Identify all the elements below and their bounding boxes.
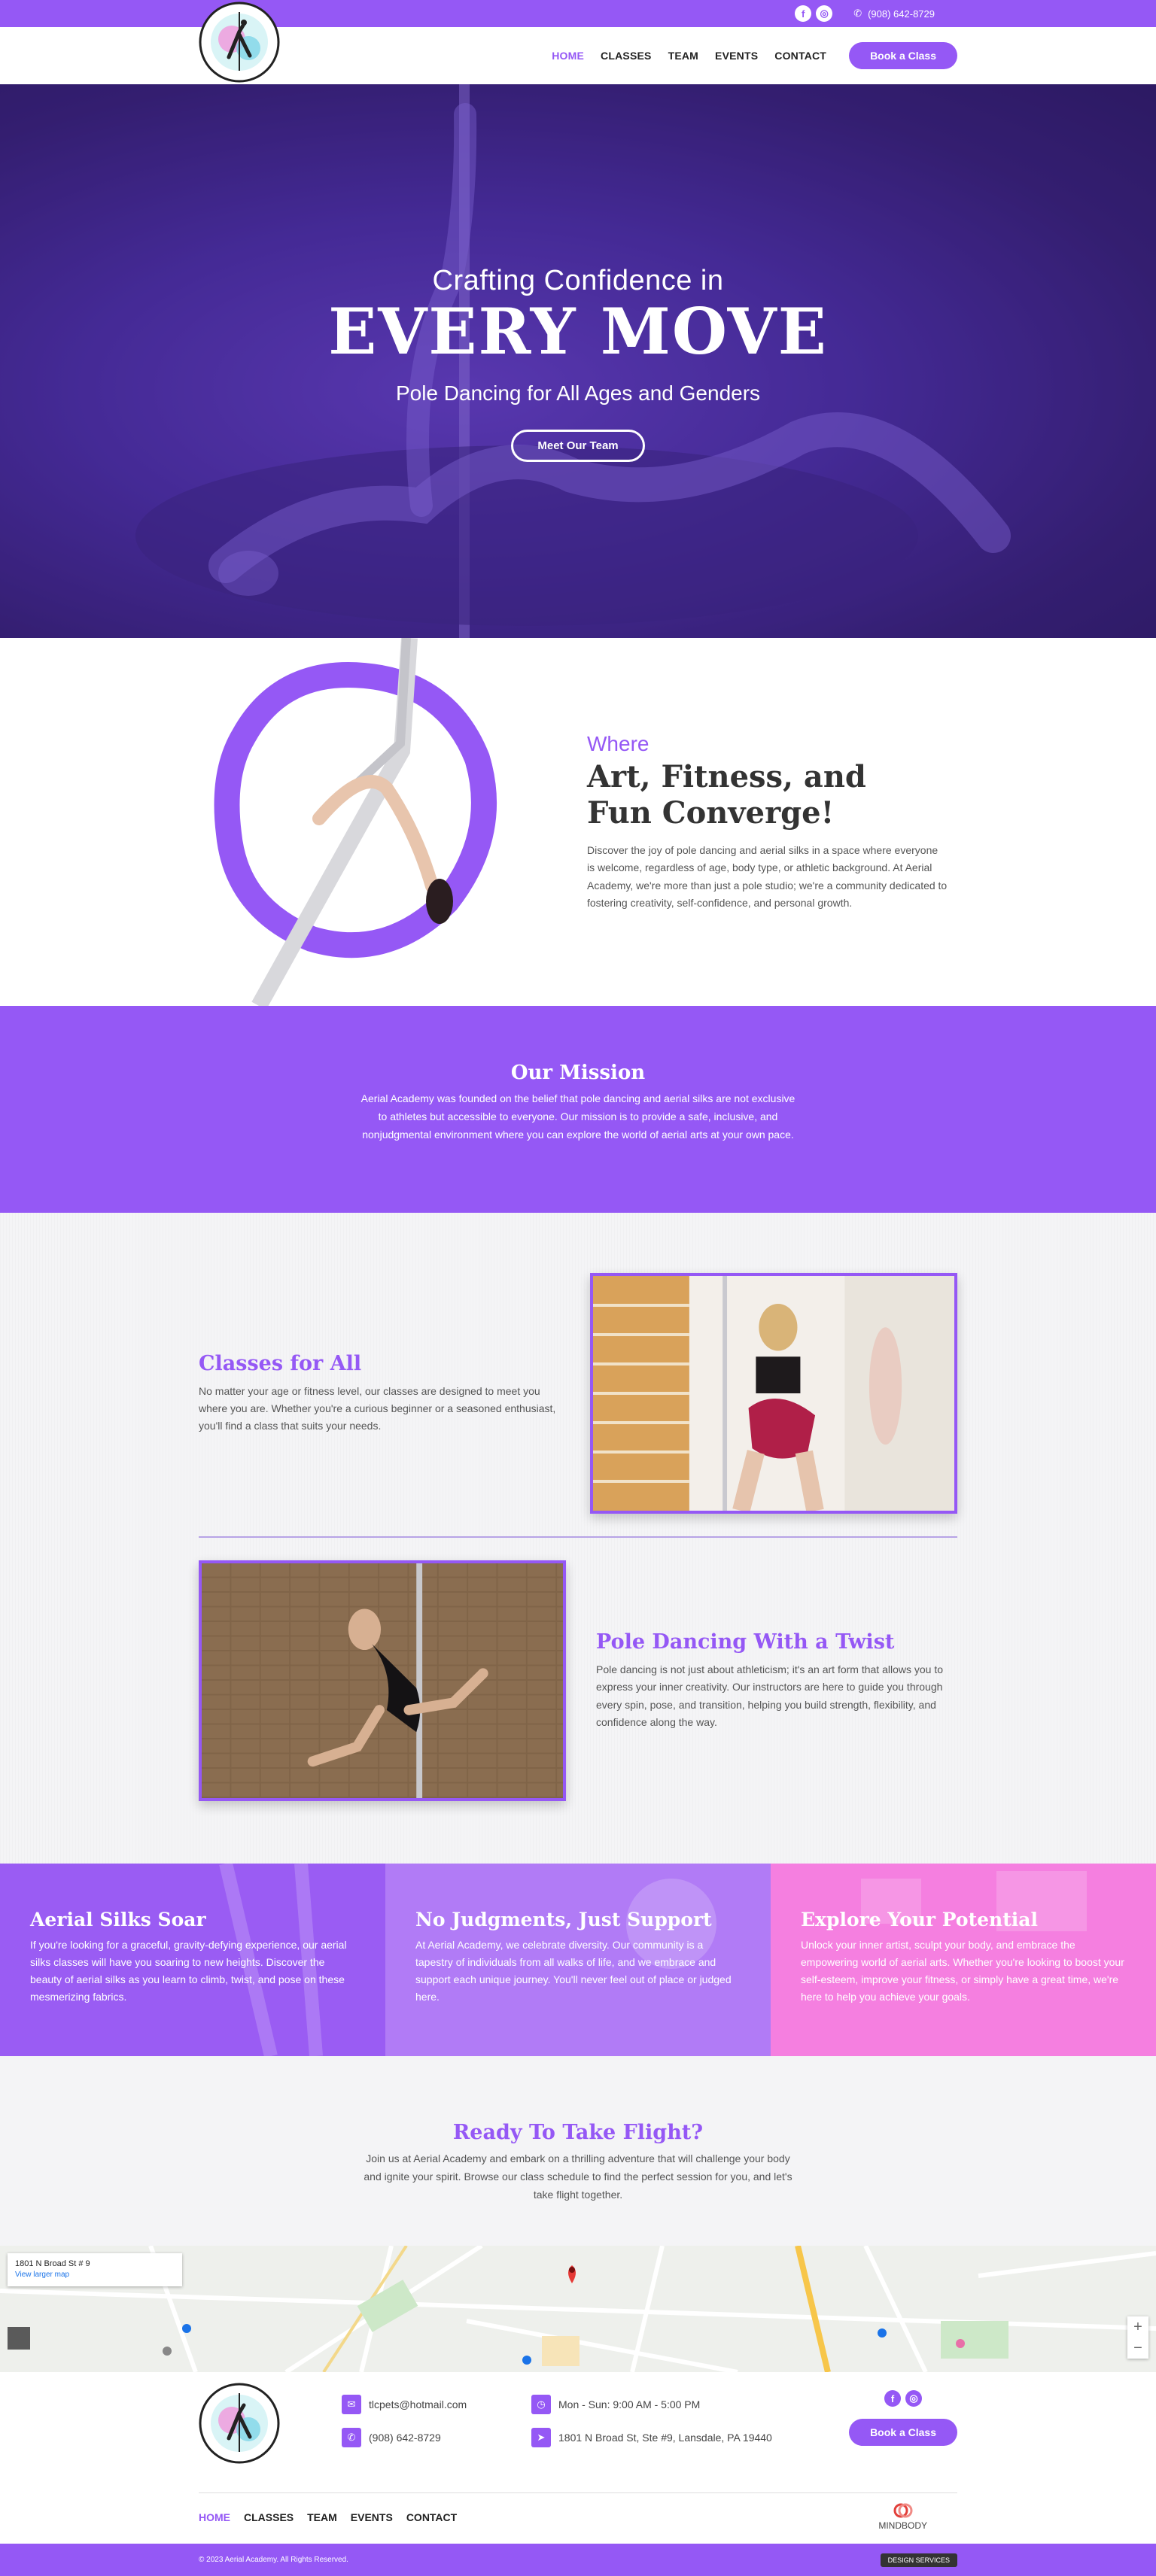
nav-team[interactable]: TEAM — [668, 50, 698, 62]
feature-row: Pole Dancing With a Twist Pole dancing i… — [199, 1560, 957, 1801]
top-bar: f ◎ ✆ (908) 642-8729 — [0, 0, 1156, 27]
footer-nav-contact[interactable]: CONTACT — [406, 2511, 457, 2523]
classes-photo — [590, 1273, 957, 1514]
hero-subtitle: Pole Dancing for All Ages and Genders — [395, 381, 761, 406]
envelope-icon: ✉ — [342, 2395, 361, 2414]
nav-classes[interactable]: CLASSES — [601, 50, 652, 62]
map-zoom-controls: + − — [1127, 2316, 1148, 2359]
footer-divider — [199, 2492, 957, 2493]
nav-events[interactable]: EVENTS — [715, 50, 758, 62]
cta-title: Ready To Take Flight? — [452, 2121, 704, 2144]
footer-nav-events[interactable]: EVENTS — [351, 2511, 393, 2523]
card-background-image — [626, 1879, 716, 1969]
footer-actions: f ◎ Book a Class — [849, 2390, 957, 2446]
copyright-bar: © 2023 Aerial Academy. All Rights Reserv… — [0, 2544, 1156, 2576]
aerial-academy-logo[interactable] — [199, 2, 280, 83]
card-background-image — [861, 1871, 1087, 1931]
mission-section: Our Mission Aerial Academy was founded o… — [0, 1006, 1156, 1213]
nav-contact[interactable]: CONTACT — [774, 50, 826, 62]
mission-title: Our Mission — [510, 1062, 646, 1084]
instagram-icon[interactable]: ◎ — [816, 5, 833, 22]
cta-body: Join us at Aerial Academy and embark on … — [364, 2152, 792, 2201]
footer-address[interactable]: ➤ 1801 N Broad St, Ste #9, Lansdale, PA … — [531, 2428, 772, 2447]
aerial-silks-image — [199, 637, 560, 1010]
facebook-icon[interactable]: f — [884, 2390, 902, 2407]
section-divider — [199, 1536, 957, 1538]
location-map[interactable]: 1801 N Broad St # 9 View larger map + − — [0, 2246, 1156, 2372]
site-header: HOME CLASSES TEAM EVENTS CONTACT Book a … — [0, 2, 1156, 84]
footer-contact-info: ✉ tlcpets@hotmail.com ◷ Mon - Sun: 9:00 … — [342, 2395, 772, 2447]
mission-body: Aerial Academy was founded on the belief… — [360, 1092, 796, 1141]
intro-body: Discover the joy of pole dancing and aer… — [587, 844, 948, 909]
phone-icon: ✆ — [342, 2428, 361, 2447]
design-services-badge[interactable]: DESIGN SERVICES — [880, 2553, 957, 2567]
zoom-out-button[interactable]: − — [1127, 2338, 1148, 2359]
intro-title: Art, Fitness, and Fun Converge! — [587, 759, 957, 831]
footer-book-class-button[interactable]: Book a Class — [849, 2419, 957, 2446]
feature-copy: Classes for All No matter your age or fi… — [199, 1352, 560, 1435]
feature-row: Classes for All No matter your age or fi… — [199, 1273, 957, 1514]
view-larger-map-link[interactable]: View larger map — [15, 2271, 175, 2279]
feature-title: Pole Dancing With a Twist — [596, 1630, 895, 1654]
value-card: No Judgments, Just Support At Aerial Aca… — [385, 1864, 771, 2056]
feature-body: Pole dancing is not just about athletici… — [596, 1663, 944, 1728]
footer-logo[interactable] — [199, 2383, 280, 2464]
hero-title: EVERY MOVE — [328, 294, 828, 369]
clock-icon: ◷ — [531, 2395, 551, 2414]
topbar-phone-number: (908) 642-8729 — [868, 8, 935, 20]
value-card: Explore Your Potential Unlock your inner… — [771, 1864, 1156, 2056]
map-info-card: 1801 N Broad St # 9 View larger map — [8, 2253, 182, 2286]
location-arrow-icon: ➤ — [531, 2428, 551, 2447]
map-address: 1801 N Broad St # 9 — [15, 2259, 90, 2268]
footer-phone[interactable]: ✆ (908) 642-8729 — [342, 2428, 531, 2447]
mindbody-text: MINDBODY — [878, 2520, 927, 2531]
footer-email[interactable]: ✉ tlcpets@hotmail.com — [342, 2395, 531, 2414]
values-cards: Aerial Silks Soar If you're looking for … — [0, 1864, 1156, 2056]
book-class-button[interactable]: Book a Class — [849, 42, 957, 69]
card-background-image — [219, 1864, 323, 2056]
intro-section: Where Art, Fitness, and Fun Converge! Di… — [0, 637, 1156, 1010]
instagram-icon[interactable]: ◎ — [905, 2390, 923, 2407]
nav-home[interactable]: HOME — [552, 50, 584, 62]
footer-hours: ◷ Mon - Sun: 9:00 AM - 5:00 PM — [531, 2395, 772, 2414]
intro-copy: Where Art, Fitness, and Fun Converge! Di… — [560, 732, 957, 911]
footer-email-text: tlcpets@hotmail.com — [369, 2398, 467, 2410]
pole-twist-photo — [199, 1560, 566, 1801]
hero-text: Crafting Confidence in EVERY MOVE Pole D… — [0, 265, 1156, 463]
phone-icon: ✆ — [853, 8, 862, 19]
social-links: f ◎ — [795, 5, 833, 22]
intro-eyebrow: Where — [587, 732, 649, 756]
copyright-text: © 2023 Aerial Academy. All Rights Reserv… — [199, 2556, 348, 2564]
intro-title-line2: Fun Converge! — [587, 795, 835, 831]
footer-hours-text: Mon - Sun: 9:00 AM - 5:00 PM — [558, 2398, 701, 2410]
features-section: Classes for All No matter your age or fi… — [0, 1213, 1156, 1864]
mindbody-icon — [893, 2503, 913, 2518]
cta-section: Ready To Take Flight? Join us at Aerial … — [0, 2056, 1156, 2246]
intro-title-line1: Art, Fitness, and — [587, 759, 866, 795]
footer-social: f ◎ — [884, 2390, 923, 2407]
footer-nav-classes[interactable]: CLASSES — [244, 2511, 294, 2523]
zoom-in-button[interactable]: + — [1127, 2316, 1148, 2338]
main-nav: HOME CLASSES TEAM EVENTS CONTACT — [552, 50, 826, 62]
mindbody-logo[interactable]: MINDBODY — [878, 2503, 927, 2531]
footer-nav-home[interactable]: HOME — [199, 2511, 230, 2523]
footer-nav-team[interactable]: TEAM — [307, 2511, 337, 2523]
meet-team-button[interactable]: Meet Our Team — [511, 430, 645, 463]
topbar-phone[interactable]: ✆ (908) 642-8729 — [853, 8, 935, 20]
footer-address-text: 1801 N Broad St, Ste #9, Lansdale, PA 19… — [558, 2432, 772, 2444]
facebook-icon[interactable]: f — [795, 5, 812, 22]
site-footer: ✉ tlcpets@hotmail.com ◷ Mon - Sun: 9:00 … — [0, 2372, 1156, 2544]
hero-kicker: Crafting Confidence in — [432, 265, 724, 296]
footer-phone-text: (908) 642-8729 — [369, 2432, 441, 2444]
feature-body: No matter your age or fitness level, our… — [199, 1384, 556, 1432]
feature-copy: Pole Dancing With a Twist Pole dancing i… — [596, 1630, 957, 1730]
hero-section: Crafting Confidence in EVERY MOVE Pole D… — [0, 84, 1156, 638]
feature-title: Classes for All — [199, 1351, 362, 1375]
footer-nav: HOME CLASSES TEAM EVENTS CONTACT — [199, 2511, 457, 2523]
value-card: Aerial Silks Soar If you're looking for … — [0, 1864, 385, 2056]
